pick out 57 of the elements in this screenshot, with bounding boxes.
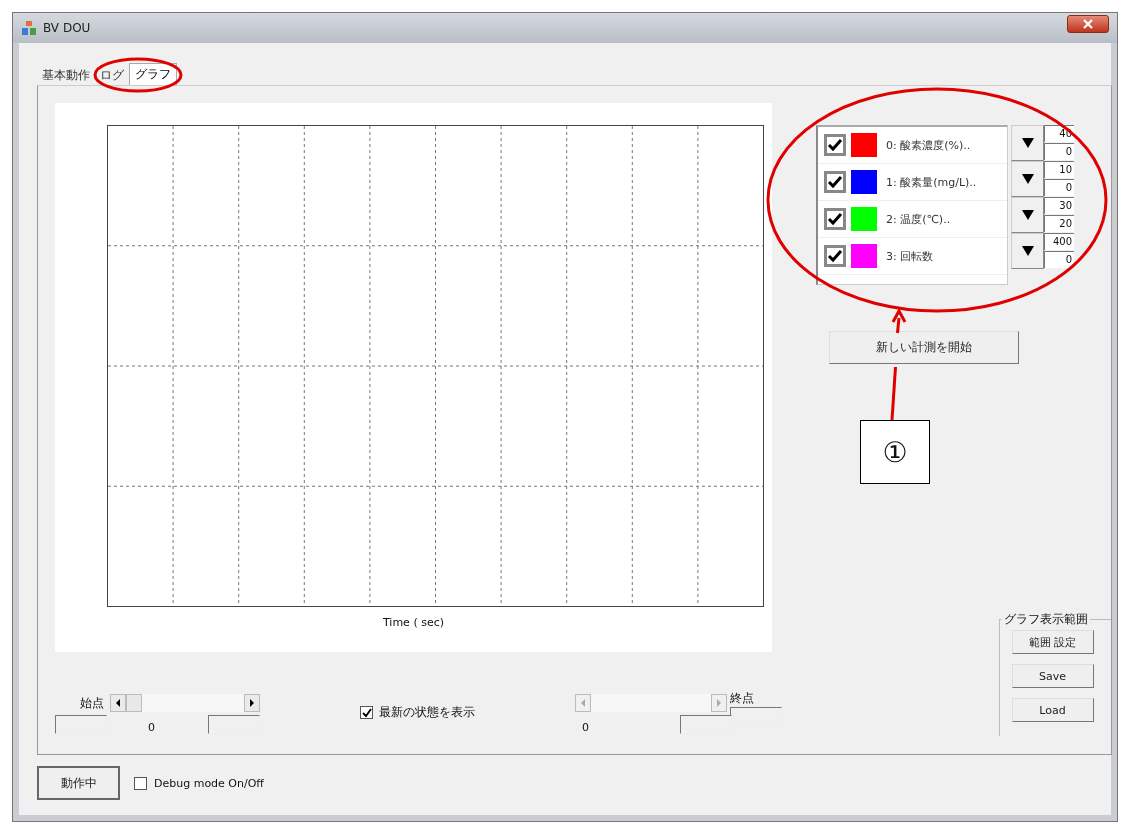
color-swatch[interactable] [851,133,877,157]
checkbox[interactable]: 最新の状態を表示 [360,704,475,721]
start-button[interactable]: 新しい計測を開始 [829,331,1019,364]
button[interactable]: Load [1011,698,1094,722]
button[interactable]: 範囲 設定 [1011,630,1094,654]
scrollbar-thumb[interactable] [126,694,142,712]
dropdown-button[interactable] [1011,197,1044,233]
checkbox[interactable] [824,171,846,193]
range-value: 0 [582,721,589,734]
window-title: BV DOU [43,21,91,35]
tab[interactable]: グラフ [129,63,177,85]
range-label: 始点 [79,695,105,712]
status-button[interactable]: 動作中 [37,766,120,800]
check-icon [361,707,372,718]
color-swatch[interactable] [851,207,877,231]
dropdown-button[interactable] [1011,125,1044,161]
check-icon [827,138,843,152]
checkbox[interactable] [824,245,846,267]
down-triangle-icon [1021,210,1034,220]
min-field[interactable]: 0 [1044,179,1074,196]
group-title: グラフ表示範囲 [1002,611,1090,628]
min-field[interactable]: 20 [1044,215,1074,232]
series-label: 2: 温度(℃).. [886,211,951,227]
range-label: 終点 [730,690,755,707]
checkbox[interactable] [824,208,846,230]
button[interactable]: Save [1011,664,1094,688]
right-arrow-icon [716,699,722,707]
series-label: 1: 酸素量(mg/L).. [886,174,977,190]
range-value: 0 [148,721,155,734]
check-icon [827,212,843,226]
checkbox[interactable]: Debug mode On/Off [134,776,264,790]
min-field[interactable]: 0 [1044,251,1074,268]
check-icon [827,175,843,189]
color-swatch[interactable] [851,244,877,268]
color-swatch[interactable] [851,170,877,194]
left-arrow-icon [115,699,121,707]
app-icon [21,20,37,36]
down-triangle-icon [1021,174,1034,184]
check-icon [827,249,843,263]
right-arrow-icon [249,699,255,707]
scrollbar[interactable] [110,694,260,712]
close-icon [1082,19,1094,29]
callout-label: ① [860,420,930,484]
max-field[interactable]: 10 [1044,161,1074,178]
down-triangle-icon [1021,138,1034,148]
close-button[interactable] [1067,15,1109,33]
left-arrow-icon [580,699,586,707]
dropdown-button[interactable] [1011,161,1044,197]
axis-label: Time ( sec) [382,616,444,629]
series-label: 0: 酸素濃度(%).. [886,137,971,153]
series-label: 3: 回転数 [886,248,934,264]
down-triangle-icon [1021,246,1034,256]
min-field[interactable]: 0 [1044,143,1074,160]
max-field[interactable]: 30 [1044,197,1074,214]
dropdown-button[interactable] [1011,233,1044,269]
max-field[interactable]: 400 [1044,233,1074,250]
checkbox[interactable] [824,134,846,156]
